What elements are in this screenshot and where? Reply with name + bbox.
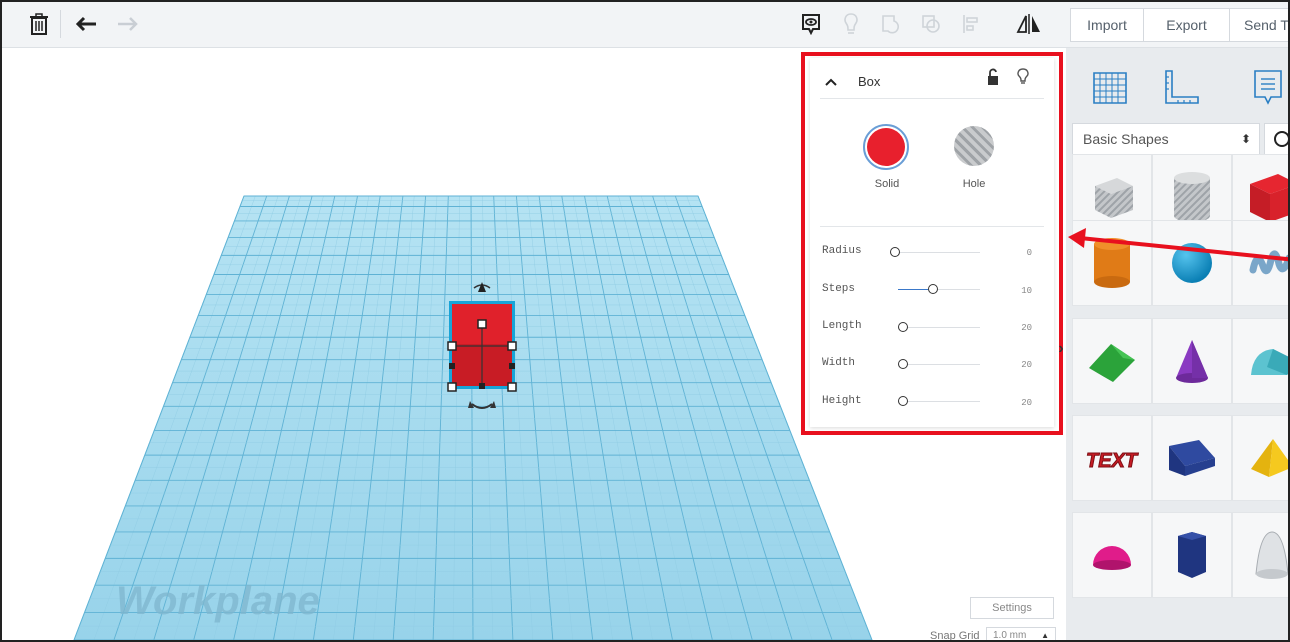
workplane-watermark: Workplane [116, 579, 320, 623]
workplane-view-icon[interactable] [1080, 62, 1140, 114]
polygon-icon [1178, 532, 1206, 578]
show-all-icon[interactable] [796, 9, 826, 39]
group-icon[interactable] [876, 9, 906, 39]
box-hole-icon [1095, 178, 1133, 218]
wedge-icon [1169, 440, 1215, 476]
redo-icon[interactable] [112, 9, 142, 39]
annotation-arrow [1068, 228, 1288, 262]
settings-button[interactable]: Settings [970, 597, 1054, 619]
undo-icon[interactable] [72, 9, 102, 39]
roof-icon [1089, 344, 1135, 382]
caret-up-icon: ▲ [1041, 631, 1049, 640]
shape-tile-polygon[interactable] [1152, 512, 1232, 598]
tinkercad-window: Import Export Send To Workplane [0, 0, 1290, 642]
export-button[interactable]: Export [1144, 8, 1230, 42]
shapes-panel: Basic Shapes ⬍ TEXT [1066, 48, 1288, 640]
highlight-annotation-box [801, 52, 1063, 435]
cylinder-hole-icon [1174, 172, 1210, 222]
toolbar-divider [60, 10, 61, 38]
shape-tile-wedge[interactable] [1152, 415, 1232, 501]
search-button[interactable] [1264, 123, 1288, 155]
mirror-icon[interactable] [1014, 9, 1044, 39]
half-sphere-icon [1093, 546, 1131, 570]
shape-tile-text[interactable]: TEXT [1072, 415, 1152, 501]
trash-icon[interactable] [24, 9, 54, 39]
paraboloid-icon [1255, 531, 1288, 579]
shape-tile-round-roof[interactable] [1232, 318, 1288, 404]
shape-category-select[interactable]: Basic Shapes ⬍ [1072, 123, 1260, 155]
box-icon [1250, 174, 1288, 222]
toolbar: Import Export Send To [2, 2, 1288, 48]
send-to-button[interactable]: Send To [1230, 8, 1288, 42]
shape-tile-half-sphere[interactable] [1072, 512, 1152, 598]
text-icon: TEXT [1086, 450, 1140, 473]
shape-tile-cone[interactable] [1152, 318, 1232, 404]
ruler-icon[interactable] [1150, 62, 1210, 114]
select-updown-icon: ⬍ [1240, 132, 1251, 146]
bulb-icon[interactable] [836, 9, 866, 39]
shape-tile-roof[interactable] [1072, 318, 1152, 404]
snap-grid-value: 1.0 mm [993, 630, 1027, 641]
pyramid-icon [1251, 439, 1288, 477]
cone-icon [1176, 340, 1208, 383]
search-icon [1274, 131, 1288, 147]
snap-grid-select[interactable]: 1.0 mm ▲ [986, 627, 1056, 641]
shape-tile-paraboloid[interactable] [1232, 512, 1288, 598]
round-roof-icon [1251, 349, 1288, 375]
snap-grid-label: Snap Grid [930, 630, 980, 642]
selected-box[interactable] [447, 301, 517, 392]
import-button[interactable]: Import [1070, 8, 1144, 42]
notes-icon[interactable] [1238, 62, 1288, 114]
shape-tile-pyramid[interactable] [1232, 415, 1288, 501]
align-icon[interactable] [956, 9, 986, 39]
svg-text:TEXT: TEXT [1086, 450, 1139, 472]
ungroup-icon[interactable] [916, 9, 946, 39]
shape-category-value: Basic Shapes [1083, 131, 1169, 147]
